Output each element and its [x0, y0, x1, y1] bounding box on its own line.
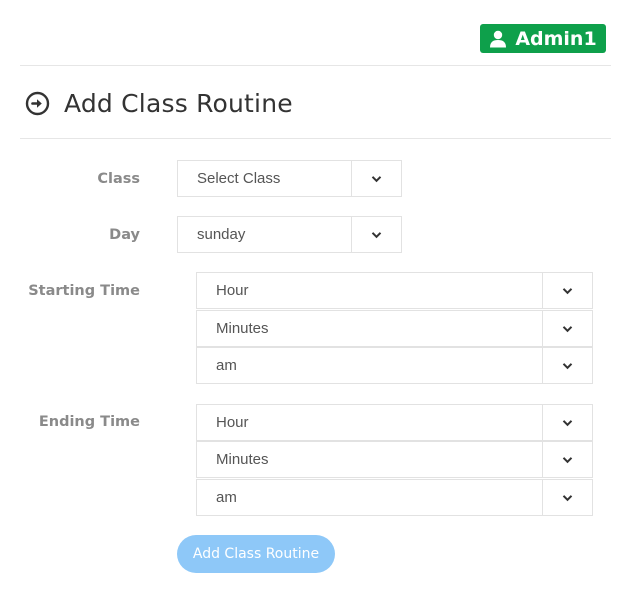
divider: [20, 65, 611, 66]
starting-hour-value: Hour: [216, 282, 249, 299]
starting-meridiem-select[interactable]: am: [196, 347, 593, 384]
day-select-value: sunday: [197, 226, 246, 243]
user-badge-label: Admin1: [515, 27, 597, 50]
ending-minutes-select[interactable]: Minutes: [196, 441, 593, 478]
add-class-routine-button[interactable]: Add Class Routine: [177, 535, 335, 573]
class-select-value: Select Class: [197, 170, 281, 187]
chevron-down-icon: [562, 325, 573, 332]
chevron-down-icon: [562, 287, 573, 294]
page-title: Add Class Routine: [64, 88, 293, 118]
starting-meridiem-toggle[interactable]: [542, 348, 592, 383]
ending-time-label: Ending Time: [38, 414, 140, 430]
chevron-down-icon: [371, 175, 382, 182]
page-heading: Add Class Routine: [25, 86, 293, 120]
chevron-down-icon: [562, 494, 573, 501]
starting-hour-select[interactable]: Hour: [196, 272, 593, 309]
chevron-down-icon: [562, 419, 573, 426]
starting-minutes-toggle[interactable]: [542, 311, 592, 346]
chevron-down-icon: [562, 456, 573, 463]
class-select[interactable]: Select Class: [177, 160, 402, 197]
ending-meridiem-toggle[interactable]: [542, 480, 592, 515]
ending-hour-select[interactable]: Hour: [196, 404, 593, 441]
starting-time-label: Starting Time: [28, 283, 140, 299]
starting-minutes-select[interactable]: Minutes: [196, 310, 593, 347]
starting-hour-toggle[interactable]: [542, 273, 592, 308]
user-badge[interactable]: Admin1: [480, 24, 606, 53]
ending-hour-toggle[interactable]: [542, 405, 592, 440]
class-label: Class: [97, 171, 140, 187]
class-select-toggle[interactable]: [351, 161, 401, 196]
ending-meridiem-select[interactable]: am: [196, 479, 593, 516]
day-select[interactable]: sunday: [177, 216, 402, 253]
ending-minutes-toggle[interactable]: [542, 442, 592, 477]
user-icon: [490, 30, 507, 47]
divider: [20, 138, 611, 139]
ending-hour-value: Hour: [216, 414, 249, 431]
starting-minutes-value: Minutes: [216, 320, 269, 337]
ending-minutes-value: Minutes: [216, 451, 269, 468]
circle-arrow-right-icon: [25, 91, 50, 115]
chevron-down-icon: [562, 362, 573, 369]
ending-meridiem-value: am: [216, 489, 237, 506]
day-label: Day: [109, 227, 140, 243]
day-select-toggle[interactable]: [351, 217, 401, 252]
chevron-down-icon: [371, 231, 382, 238]
starting-meridiem-value: am: [216, 357, 237, 374]
